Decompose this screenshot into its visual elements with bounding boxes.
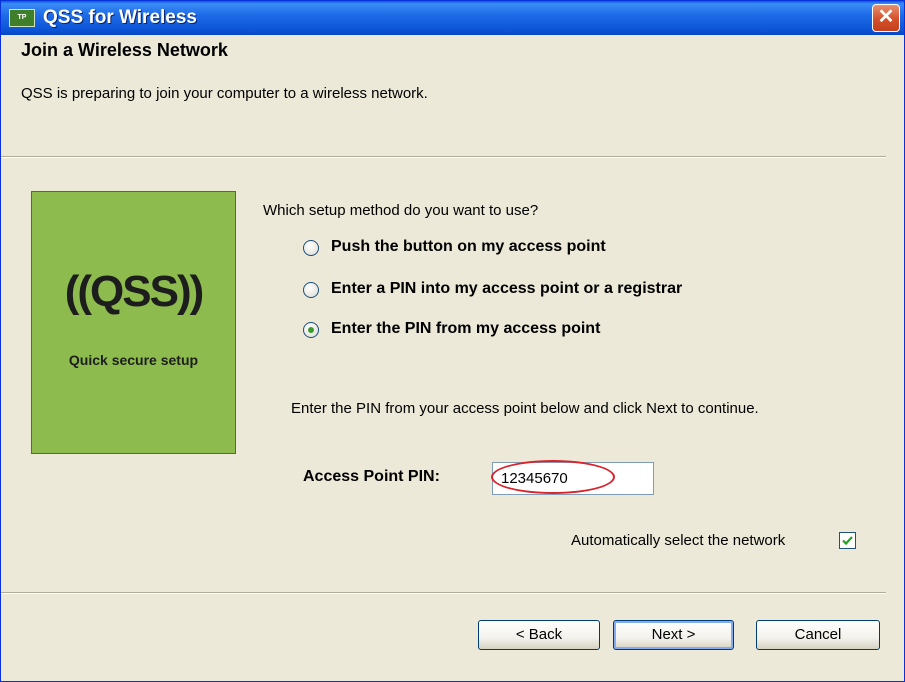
page-subtitle: QSS is preparing to join your computer t… [21, 85, 428, 102]
setup-method-question: Which setup method do you want to use? [263, 202, 539, 219]
pin-label: Access Point PIN: [303, 468, 440, 485]
qss-logo-caption: Quick secure setup [68, 352, 199, 368]
qss-logo-text: ((QSS)) [64, 267, 205, 316]
header-divider [1, 156, 886, 158]
close-icon: ✕ [877, 6, 895, 28]
radio-label[interactable]: Push the button on my access point [331, 238, 606, 256]
footer-divider [1, 592, 886, 594]
radio-label[interactable]: Enter the PIN from my access point [331, 320, 600, 338]
qss-logo: ((QSS)) Quick secure setup [31, 191, 236, 454]
page-title: Join a Wireless Network [21, 40, 228, 60]
radio-button-selected[interactable] [303, 322, 319, 338]
radio-label[interactable]: Enter a PIN into my access point or a re… [331, 280, 682, 298]
next-button[interactable]: Next > [613, 620, 734, 650]
auto-select-label[interactable]: Automatically select the network [571, 532, 785, 549]
title-bar[interactable]: TP QSS for Wireless ✕ [1, 1, 904, 35]
cancel-button[interactable]: Cancel [756, 620, 880, 650]
app-icon: TP [9, 9, 35, 27]
close-button[interactable]: ✕ [872, 4, 900, 32]
radio-button[interactable] [303, 282, 319, 298]
pin-instruction: Enter the PIN from your access point bel… [291, 400, 759, 417]
checkmark-icon [842, 536, 853, 546]
back-button[interactable]: < Back [478, 620, 600, 650]
qss-dialog-window: TP QSS for Wireless ✕ Join a Wireless Ne… [0, 0, 905, 682]
radio-button[interactable] [303, 240, 319, 256]
access-point-pin-input[interactable] [492, 462, 654, 495]
auto-select-checkbox[interactable] [839, 532, 856, 549]
window-title: QSS for Wireless [43, 7, 197, 28]
